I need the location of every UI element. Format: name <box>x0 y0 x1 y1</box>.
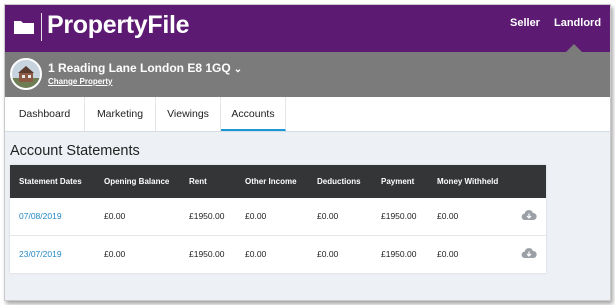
property-avatar <box>10 58 42 90</box>
col-statement-dates: Statement Dates <box>19 177 82 186</box>
section-title: Account Statements <box>10 143 140 159</box>
folder-icon <box>14 21 34 34</box>
property-address-text: 1 Reading Lane London E8 1GQ <box>48 61 231 75</box>
deductions-cell: £0.00 <box>317 249 339 259</box>
logo-divider <box>41 13 42 41</box>
other-income-cell: £0.00 <box>245 211 267 221</box>
statement-date-link[interactable]: 07/08/2019 <box>19 211 62 221</box>
opening-balance-cell: £0.00 <box>104 249 126 259</box>
tab-marketing[interactable]: Marketing <box>85 97 156 131</box>
money-withheld-cell: £0.00 <box>437 249 459 259</box>
table-row: 23/07/2019 £0.00 £1950.00 £0.00 £0.00 £1… <box>10 236 546 274</box>
nav-landlord-link[interactable]: Landlord <box>554 17 601 29</box>
col-payment: Payment <box>381 177 415 186</box>
money-withheld-cell: £0.00 <box>437 211 459 221</box>
table-row: 07/08/2019 £0.00 £1950.00 £0.00 £0.00 £1… <box>10 198 546 236</box>
col-deductions: Deductions <box>317 177 361 186</box>
col-other-income: Other Income <box>245 177 297 186</box>
change-property-link[interactable]: Change Property <box>48 77 112 86</box>
brand-logo-text[interactable]: PropertyFile <box>47 11 190 40</box>
tab-viewings[interactable]: Viewings <box>156 97 221 131</box>
top-navbar: PropertyFile Seller Landlord <box>5 5 610 52</box>
property-address[interactable]: 1 Reading Lane London E8 1GQ ⌄ <box>48 61 242 75</box>
tab-dashboard[interactable]: Dashboard <box>5 97 85 131</box>
tab-bar: Dashboard Marketing Viewings Accounts <box>5 97 610 132</box>
cloud-download-icon[interactable] <box>521 247 537 259</box>
col-rent: Rent <box>189 177 207 186</box>
statements-table: Statement Dates Opening Balance Rent Oth… <box>10 165 546 274</box>
opening-balance-cell: £0.00 <box>104 211 126 221</box>
house-image-icon <box>12 60 40 88</box>
tab-accounts[interactable]: Accounts <box>221 97 286 131</box>
payment-cell: £1950.00 <box>381 249 417 259</box>
cloud-download-icon[interactable] <box>521 209 537 221</box>
active-nav-indicator <box>566 44 582 52</box>
chevron-down-icon[interactable]: ⌄ <box>234 64 242 75</box>
other-income-cell: £0.00 <box>245 249 267 259</box>
property-bar: 1 Reading Lane London E8 1GQ ⌄ Change Pro… <box>5 52 610 97</box>
statement-date-link[interactable]: 23/07/2019 <box>19 249 62 259</box>
col-opening-balance: Opening Balance <box>104 177 170 186</box>
nav-seller-link[interactable]: Seller <box>510 17 540 29</box>
table-header: Statement Dates Opening Balance Rent Oth… <box>10 165 546 198</box>
payment-cell: £1950.00 <box>381 211 417 221</box>
col-money-withheld: Money Withheld <box>437 177 499 186</box>
deductions-cell: £0.00 <box>317 211 339 221</box>
app-window: PropertyFile Seller Landlord 1 Reading L… <box>4 4 611 301</box>
rent-cell: £1950.00 <box>189 211 225 221</box>
rent-cell: £1950.00 <box>189 249 225 259</box>
